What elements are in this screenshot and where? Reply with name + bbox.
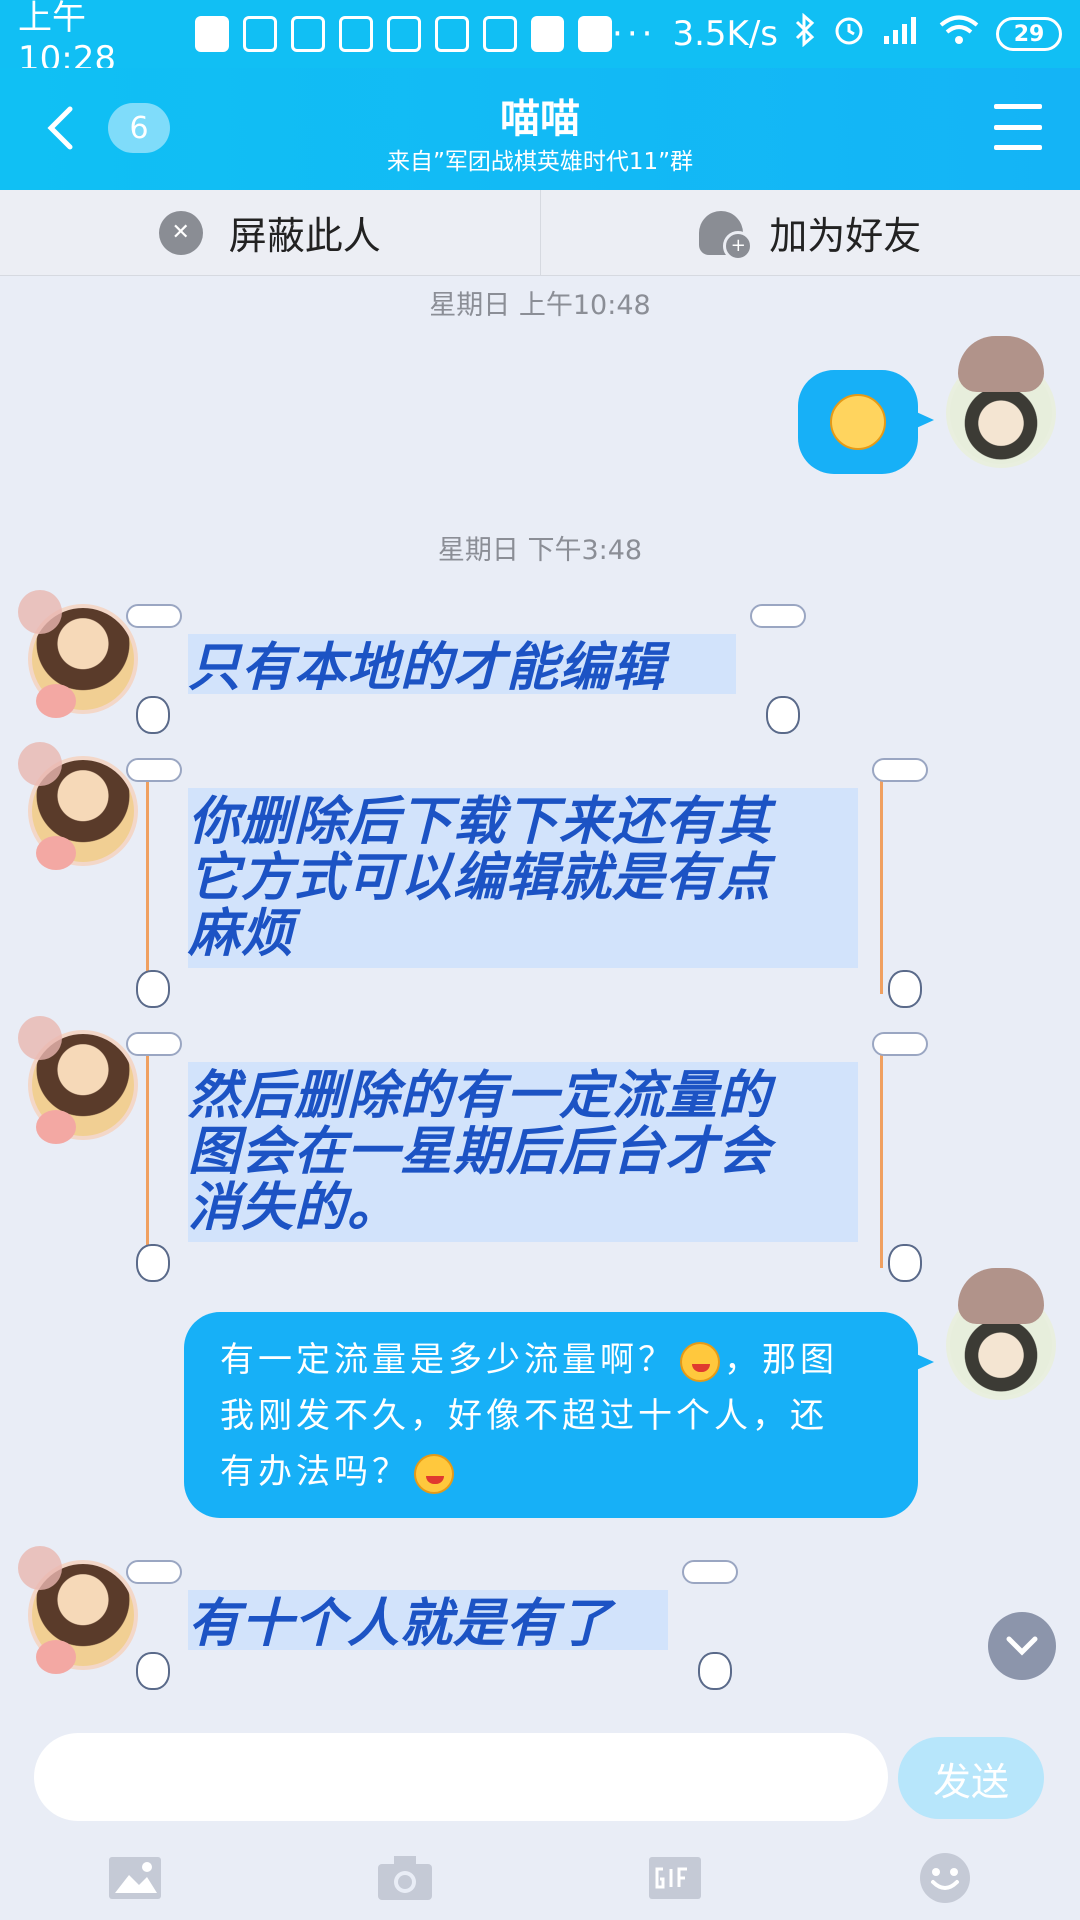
laugh-emoji-icon <box>414 1454 454 1494</box>
add-friend-button[interactable]: 加为好友 <box>539 190 1080 275</box>
my-avatar[interactable] <box>946 336 1056 468</box>
message-text-line: 麻烦 <box>188 904 295 964</box>
sender-avatar[interactable] <box>18 1016 138 1144</box>
input-area: 发送 <box>0 1715 1080 1920</box>
gif-icon <box>649 1856 701 1899</box>
action-bar: ✕ 屏蔽此人 加为好友 <box>0 190 1080 276</box>
message-text-line: 你删除后下载下来还有其 <box>188 792 772 852</box>
wechat-icon <box>290 16 325 52</box>
chat-header: 6 喵喵 来自”军团战棋英雄时代11”群 <box>0 68 1080 190</box>
message-input[interactable] <box>34 1733 888 1821</box>
status-time: 上午10:28 <box>18 0 116 79</box>
timestamp: 星期日 下午3:48 <box>437 535 643 566</box>
incoming-message-bubble[interactable]: 有十个人就是有了 <box>126 1560 738 1690</box>
notification-icon <box>195 16 229 52</box>
status-bar: 上午10:28 ··· 3.5K/s 29 <box>0 0 1080 79</box>
add-friend-label: 加为好友 <box>769 214 922 258</box>
block-user-label: 屏蔽此人 <box>228 214 381 258</box>
bluetooth-icon <box>794 12 816 56</box>
chat-subtitle: 来自”军团战棋英雄时代11”群 <box>386 149 694 175</box>
incoming-message-bubble[interactable]: 只有本地的才能编辑 <box>126 604 806 734</box>
mi-icon <box>578 16 612 52</box>
image-button[interactable] <box>105 1848 165 1908</box>
message-text: 有十个人就是有了 <box>188 1594 613 1654</box>
confused-emoji-icon <box>830 394 886 450</box>
emoji-button[interactable] <box>915 1848 975 1908</box>
block-icon: ✕ <box>158 210 203 255</box>
emoji-icon <box>920 1852 970 1903</box>
message-text-line: 它方式可以编辑就是有点 <box>188 848 772 908</box>
menu-button[interactable] <box>994 104 1042 150</box>
mi-icon <box>530 16 565 52</box>
camera-button[interactable] <box>375 1848 435 1908</box>
block-user-button[interactable]: ✕ 屏蔽此人 <box>0 190 540 275</box>
calendar-icon <box>482 16 517 52</box>
outgoing-message-bubble[interactable]: 有一定流量是多少流量啊？ ，那图 我刚发不久，好像不超过十个人，还 有办法吗？ <box>184 1312 934 1518</box>
battery-indicator: 29 <box>996 17 1062 51</box>
signal-icon <box>882 14 922 55</box>
incoming-message-bubble[interactable]: 然后删除的有一定流量的 图会在一星期后后台才会 消失的。 <box>126 1032 928 1282</box>
sender-avatar[interactable] <box>18 742 138 870</box>
message-icon <box>242 16 277 52</box>
my-avatar[interactable] <box>946 1268 1056 1400</box>
timestamp: 星期日 上午10:48 <box>429 290 651 321</box>
sender-avatar[interactable] <box>18 1546 138 1674</box>
trash-icon <box>338 16 373 52</box>
message-text: 有办法吗？ <box>220 1452 410 1492</box>
trash-icon <box>386 16 421 52</box>
message-text-line: 图会在一星期后后台才会 <box>188 1122 772 1182</box>
message-text: 有一定流量是多少流量啊？ <box>220 1340 676 1380</box>
camera-icon <box>378 1855 432 1900</box>
network-speed: 3.5K/s <box>672 14 778 54</box>
scroll-to-bottom-button[interactable] <box>988 1612 1056 1680</box>
send-button[interactable]: 发送 <box>898 1737 1044 1819</box>
chat-title: 喵喵 <box>500 96 580 142</box>
message-text: 只有本地的才能编辑 <box>188 638 666 698</box>
outgoing-message-bubble[interactable] <box>798 370 934 474</box>
message-text-line: 消失的。 <box>188 1178 401 1238</box>
message-text-line: 然后删除的有一定流量的 <box>188 1066 772 1126</box>
menu-icon <box>994 104 1042 109</box>
laugh-emoji-icon <box>680 1342 720 1382</box>
add-friend-icon <box>699 210 754 261</box>
sender-avatar[interactable] <box>18 590 138 718</box>
message-text-line: 我刚发不久，好像不超过十个人，还 <box>220 1396 828 1436</box>
gif-button[interactable] <box>645 1848 705 1908</box>
alarm-icon <box>832 13 866 56</box>
incoming-message-bubble[interactable]: 你删除后下载下来还有其 它方式可以编辑就是有点 麻烦 <box>126 758 928 1008</box>
vr-icon <box>434 16 469 52</box>
message-text: ，那图 <box>724 1340 838 1380</box>
image-icon <box>109 1856 161 1899</box>
input-toolbar <box>0 1835 1080 1920</box>
more-notifications-icon: ··· <box>612 14 657 54</box>
wifi-icon <box>938 14 980 55</box>
chevron-down-icon <box>1006 1636 1038 1656</box>
